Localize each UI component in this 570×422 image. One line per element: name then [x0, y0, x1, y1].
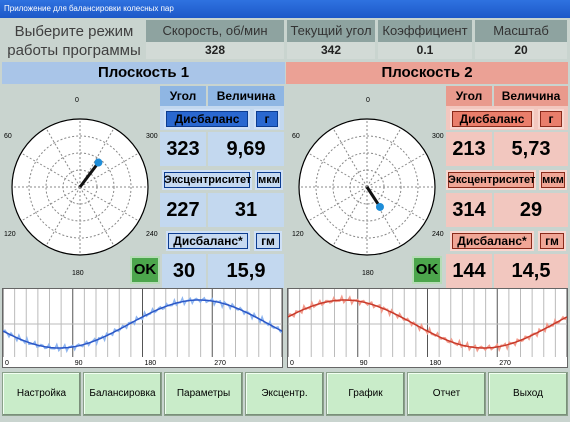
p2-imbalance2-button[interactable]: Дисбаланс*: [450, 231, 534, 251]
p1-ok-button[interactable]: OK: [130, 256, 160, 284]
window-title: Приложение для балансировки колесных пар: [0, 0, 570, 18]
p2-label-180: 180: [362, 270, 374, 277]
plane2-graph: 0 90 180 270: [287, 288, 568, 368]
graph-tick-label: 270: [499, 360, 511, 367]
graph-tick-label: 180: [430, 360, 442, 367]
angle-label: Текущий угол: [287, 20, 375, 42]
p2-imbalance-unit[interactable]: г: [538, 109, 564, 129]
mode-prompt: Выберите режим работы программы: [7, 23, 141, 59]
plane1-graph: 0 90 180 270: [2, 288, 283, 368]
plane1-waveform: 0 90 180 270: [2, 289, 283, 367]
p1-ecc-unit[interactable]: мкм: [255, 170, 283, 190]
p2-imbalance-angle: 213: [446, 132, 492, 166]
scale-value: 20: [475, 42, 567, 59]
settings-button[interactable]: Настройка: [2, 372, 81, 416]
p2-ecc-unit[interactable]: мкм: [539, 170, 567, 190]
p2-imbalance2-value: 14,5: [494, 254, 568, 288]
p1-imbalance2-unit[interactable]: гм: [254, 231, 282, 251]
scale-label: Масштаб: [475, 20, 567, 42]
polar-vector-tip: [94, 158, 103, 167]
p1-ecc-button[interactable]: Эксцентриситет: [162, 170, 252, 190]
p2-ecc-angle: 314: [446, 193, 492, 227]
speed-value: 328: [146, 42, 284, 59]
p2-value-header: Величина: [494, 86, 568, 106]
graph-tick-label: 270: [214, 360, 226, 367]
plane1-polar-plot: [11, 118, 149, 256]
p1-ecc-value: 31: [208, 193, 284, 227]
p1-value-header: Величина: [208, 86, 284, 106]
p2-imbalance-value: 5,73: [494, 132, 568, 166]
p1-imbalance-angle: 323: [160, 132, 206, 166]
p1-ecc-angle: 227: [160, 193, 206, 227]
p1-imbalance2-value: 15,9: [208, 254, 284, 288]
plane2-polar-plot: [298, 118, 436, 256]
p2-label-0: 0: [366, 97, 370, 104]
plane2-waveform: 0 90 180 270: [287, 289, 568, 367]
angle-value: 342: [287, 42, 375, 59]
exit-button[interactable]: Выход: [488, 372, 568, 416]
graph-tick-label: 90: [360, 360, 368, 367]
graph-tick-label: 0: [5, 360, 9, 367]
p2-ecc-value: 29: [494, 193, 568, 227]
p2-imbalance2-angle: 144: [446, 254, 492, 288]
p1-imbalance-unit[interactable]: г: [254, 109, 280, 129]
p1-imbalance2-button[interactable]: Дисбаланс*: [166, 231, 250, 251]
p1-imbalance2-angle: 30: [162, 254, 206, 288]
graph-tick-label: 90: [75, 360, 83, 367]
coef-value: 0.1: [378, 42, 472, 59]
polar-vector-tip: [375, 202, 384, 211]
eccentric-button[interactable]: Эксцентр.: [245, 372, 324, 416]
balancing-button[interactable]: Балансировка: [83, 372, 162, 416]
plane2-title: Плоскость 2: [286, 62, 568, 84]
p2-angle-header: Угол: [446, 86, 492, 106]
p2-ok-button[interactable]: OK: [412, 256, 442, 284]
p1-imbalance-value: 9,69: [208, 132, 284, 166]
p2-imbalance2-unit[interactable]: гм: [538, 231, 566, 251]
graph-tick-label: 0: [290, 360, 294, 367]
p1-angle-header: Угол: [160, 86, 206, 106]
p2-ecc-button[interactable]: Эксцентриситет: [446, 170, 536, 190]
speed-label: Скорость, об/мин: [146, 20, 284, 42]
parameters-button[interactable]: Параметры: [164, 372, 243, 416]
plane1-title: Плоскость 1: [2, 62, 285, 84]
p1-imbalance-button[interactable]: Дисбаланс: [164, 109, 250, 129]
p1-label-0: 0: [75, 97, 79, 104]
report-button[interactable]: Отчет: [407, 372, 486, 416]
graph-button[interactable]: График: [326, 372, 405, 416]
graph-tick-label: 180: [145, 360, 157, 367]
p1-label-180: 180: [72, 270, 84, 277]
p2-imbalance-button[interactable]: Дисбаланс: [450, 109, 534, 129]
coef-label: Коэффициент: [378, 20, 472, 42]
app-window: Приложение для балансировки колесных пар…: [0, 0, 570, 422]
